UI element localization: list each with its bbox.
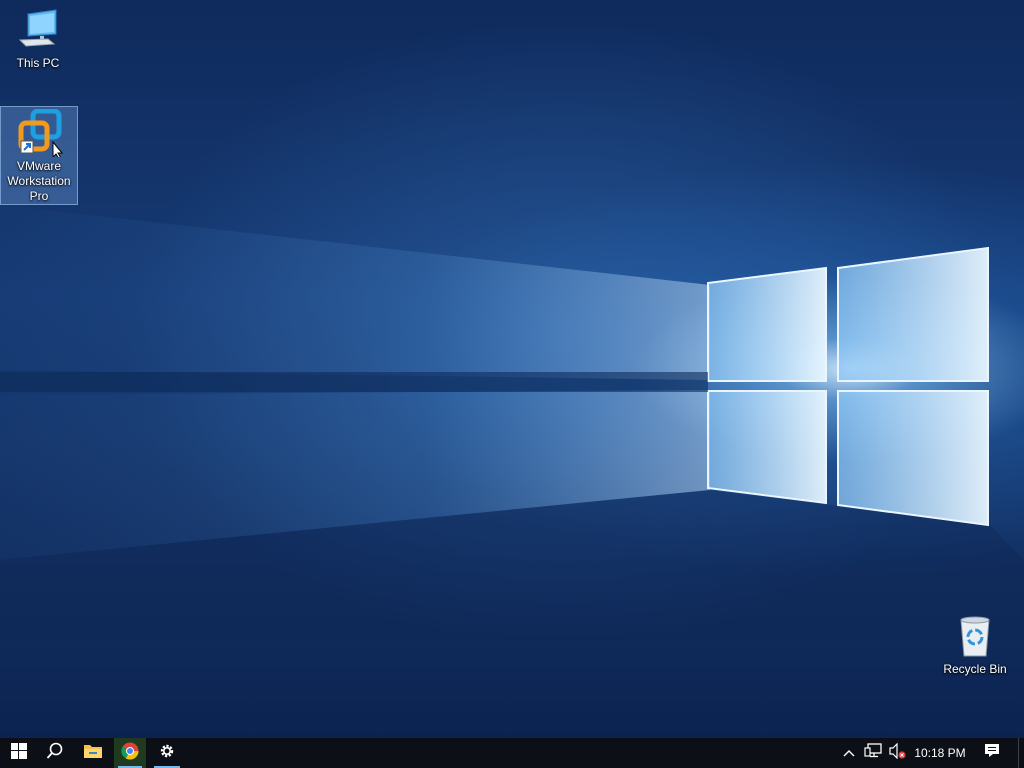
recycle-bin-icon (951, 612, 999, 660)
taskbar-app-google-chrome[interactable] (114, 738, 146, 768)
search-icon (46, 742, 64, 765)
taskbar-app-file-explorer[interactable] (74, 738, 112, 768)
desktop[interactable]: This PC VMware Workstation Pro Recycle B… (0, 0, 1024, 738)
chevron-up-icon (843, 744, 855, 762)
desktop-icon-label: This PC (16, 56, 60, 70)
volume-button[interactable] (886, 738, 908, 768)
network-button[interactable] (862, 738, 884, 768)
desktop-icon-recycle-bin[interactable]: Recycle Bin (937, 612, 1013, 682)
clock[interactable]: 10:18 PM (908, 738, 972, 768)
computer-icon (14, 6, 62, 54)
taskbar-app-settings[interactable] (150, 738, 184, 768)
start-button[interactable] (0, 738, 38, 768)
search-button[interactable] (36, 738, 74, 768)
notification-icon (984, 743, 1000, 763)
windows-logo-icon (11, 742, 27, 764)
desktop-icon-label: Recycle Bin (943, 662, 1007, 676)
desktop-icon-label: VMware Workstation Pro (7, 159, 71, 203)
taskbar: 10:18 PM (0, 738, 1024, 768)
chrome-icon (121, 742, 139, 765)
desktop-icon-this-pc[interactable]: This PC (0, 6, 76, 76)
action-center-button[interactable] (978, 738, 1006, 768)
show-hidden-icons-button[interactable] (838, 738, 860, 768)
network-icon (864, 742, 882, 764)
vmware-icon (15, 108, 64, 160)
show-desktop-button[interactable] (1018, 738, 1024, 768)
wallpaper (0, 205, 1024, 640)
gear-icon (159, 743, 175, 764)
volume-muted-icon (888, 742, 906, 764)
folder-icon (83, 742, 103, 765)
desktop-icon-vmware-workstation-pro[interactable]: VMware Workstation Pro (0, 106, 78, 205)
